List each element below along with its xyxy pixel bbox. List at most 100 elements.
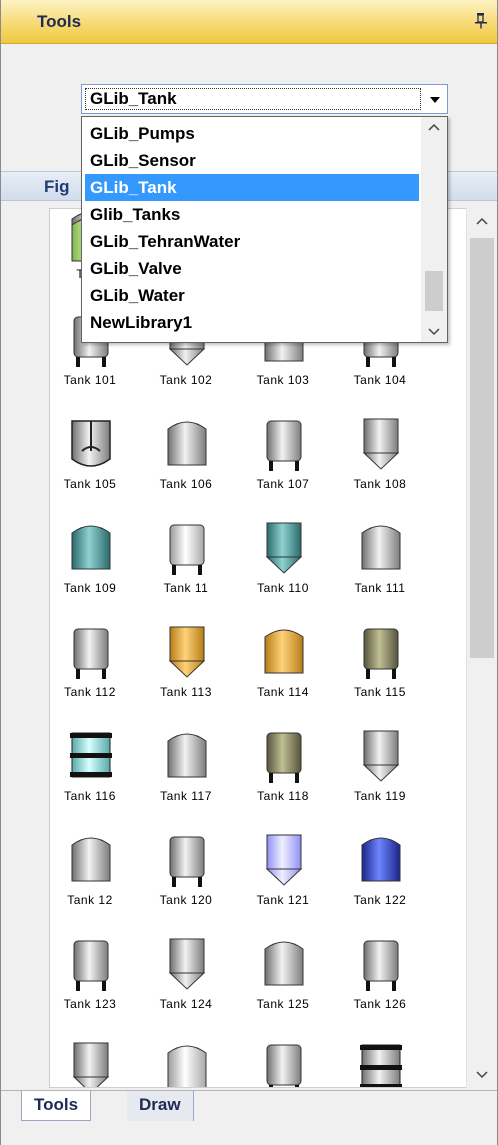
tank-tile-label: Tank 115 xyxy=(354,685,406,699)
horizontal-tank-icon xyxy=(71,525,111,570)
tank-tile-label: Tank 105 xyxy=(63,477,117,491)
tank-icon xyxy=(266,1044,302,1087)
tank-tile[interactable]: Tank 114 xyxy=(243,621,339,721)
dropdown-item[interactable]: Glib_Tanks xyxy=(85,201,419,228)
library-select[interactable]: GLib_Tank xyxy=(81,84,448,114)
tank-tile-label: Tank 121 xyxy=(256,893,310,907)
library-select-value: GLib_Tank xyxy=(85,88,421,110)
tank-icon xyxy=(168,938,206,990)
tank-tile[interactable]: Tank 111 xyxy=(340,517,436,617)
scroll-up-icon[interactable] xyxy=(421,117,447,139)
tank-icon xyxy=(362,418,400,470)
tank-tile-label: Tank 118 xyxy=(257,789,309,803)
tank-icon xyxy=(70,732,112,778)
dropdown-scrollbar[interactable] xyxy=(421,117,447,342)
scroll-down-icon[interactable] xyxy=(421,320,447,342)
tank-tile[interactable]: Tank 129 xyxy=(243,1037,339,1087)
tank-tile-label: Tank 119 xyxy=(354,789,406,803)
tank-tile[interactable]: Tank 105 xyxy=(50,413,146,513)
tank-icon xyxy=(265,522,303,574)
tank-tile-label: Tank 108 xyxy=(353,477,407,491)
chevron-down-icon[interactable] xyxy=(423,85,447,113)
dropdown-scroll-thumb[interactable] xyxy=(425,271,443,311)
scroll-down-icon[interactable] xyxy=(467,1062,497,1088)
tank-tile-label: Tank 110 xyxy=(257,581,309,595)
tank-tile[interactable]: Tank 12 xyxy=(50,829,146,929)
tank-icon xyxy=(168,626,206,678)
tank-icon xyxy=(264,629,304,674)
tank-tile-label: Tank 109 xyxy=(63,581,117,595)
gallery-scroll-thumb[interactable] xyxy=(470,238,494,658)
tank-tile[interactable]: Tank 106 xyxy=(146,413,242,513)
tank-tile[interactable]: Tank 112 xyxy=(50,621,146,721)
tank-tile[interactable]: Tank 127 xyxy=(50,1037,146,1087)
tank-tile[interactable]: Tank 110 xyxy=(243,517,339,617)
tank-icon xyxy=(73,940,109,991)
tank-tile[interactable]: Tank 126 xyxy=(340,933,436,1033)
tank-icon xyxy=(266,732,302,783)
tank-tile[interactable]: Tank 115 xyxy=(340,621,436,721)
tank-tile[interactable]: Tank 113 xyxy=(146,621,242,721)
tank-icon xyxy=(363,628,399,679)
panel-title-bar: Tools xyxy=(1,0,497,44)
dropdown-item[interactable]: GLib_Pumps xyxy=(85,120,419,147)
tank-tile[interactable]: Tank 11 xyxy=(146,517,242,617)
tank-tile-label: Tank 12 xyxy=(67,893,113,907)
dropdown-item[interactable]: GLib_Valve xyxy=(85,255,419,282)
gallery-scrollbar[interactable] xyxy=(466,208,496,1088)
mixer-tank-icon xyxy=(71,420,111,467)
tank-tile-label: Tank 114 xyxy=(257,685,309,699)
tank-icon xyxy=(266,420,302,471)
tank-tile[interactable]: Tank 117 xyxy=(146,725,242,825)
tank-tile-label: Tank 113 xyxy=(160,685,212,699)
tank-tile-label: Tank 125 xyxy=(256,997,310,1011)
tab-draw[interactable]: Draw xyxy=(127,1091,194,1121)
tank-icon xyxy=(362,730,400,782)
tank-tile[interactable]: Tank 123 xyxy=(50,933,146,1033)
dropdown-item[interactable]: GLib_Sensor xyxy=(85,147,419,174)
tank-tile[interactable]: Tank 118 xyxy=(243,725,339,825)
tank-tile-label: Tank 104 xyxy=(353,373,407,387)
tank-tile[interactable]: Tank 125 xyxy=(243,933,339,1033)
tank-tile[interactable]: Tank 128 xyxy=(146,1037,242,1087)
tank-tile-label: Tank 124 xyxy=(159,997,213,1011)
dropdown-item[interactable]: GLib_Water xyxy=(85,282,419,309)
tank-tile-label: Tank 120 xyxy=(159,893,213,907)
tank-tile[interactable]: Tank 120 xyxy=(146,829,242,929)
tank-tile[interactable]: Tank 13 xyxy=(340,1037,436,1087)
tab-tools[interactable]: Tools xyxy=(21,1091,92,1121)
tank-tile[interactable]: Tank 108 xyxy=(340,413,436,513)
tank-tile-label: Tank 123 xyxy=(63,997,117,1011)
tank-icon xyxy=(264,941,304,986)
tank-tile-label: Tank 101 xyxy=(63,373,117,387)
tank-tile[interactable]: Tank 116 xyxy=(50,725,146,825)
panel-title: Tools xyxy=(37,12,82,31)
tank-tile[interactable]: Tank 121 xyxy=(243,829,339,929)
tank-tile-label: Tank 122 xyxy=(353,893,407,907)
dropdown-item-selected[interactable]: GLib_Tank xyxy=(85,174,419,201)
pin-icon[interactable] xyxy=(473,12,489,30)
tank-tile[interactable]: Tank 124 xyxy=(146,933,242,1033)
tank-icon xyxy=(265,834,303,886)
tank-tile[interactable]: Tank 107 xyxy=(243,413,339,513)
tank-tile-label: Tank 116 xyxy=(64,789,116,803)
tank-tile-label: Tank 106 xyxy=(159,477,213,491)
tank-icon xyxy=(167,1045,207,1087)
tank-tile-label: Tank 126 xyxy=(353,997,407,1011)
tank-tile-label: Tank 117 xyxy=(160,789,212,803)
dropdown-item[interactable]: GLib_TehranWater xyxy=(85,228,419,255)
tank-icon xyxy=(169,524,205,575)
tank-tile-label: Tank 102 xyxy=(159,373,213,387)
library-dropdown-list: GLib_Pumps GLib_Sensor GLib_Tank Glib_Ta… xyxy=(81,116,448,343)
tank-tile[interactable]: Tank 119 xyxy=(340,725,436,825)
tank-tile[interactable]: Tank 122 xyxy=(340,829,436,929)
scroll-up-icon[interactable] xyxy=(467,208,497,234)
tank-tile[interactable]: Tank 109 xyxy=(50,517,146,617)
tank-icon xyxy=(169,836,205,887)
dropdown-item[interactable]: NewLibrary1 xyxy=(85,309,419,336)
tank-icon xyxy=(361,525,401,570)
panel-tabs: Tools Draw xyxy=(1,1090,497,1145)
tank-icon xyxy=(167,733,207,778)
tank-tile-label: Tank 107 xyxy=(256,477,310,491)
figures-header-label: Fig xyxy=(44,177,70,196)
